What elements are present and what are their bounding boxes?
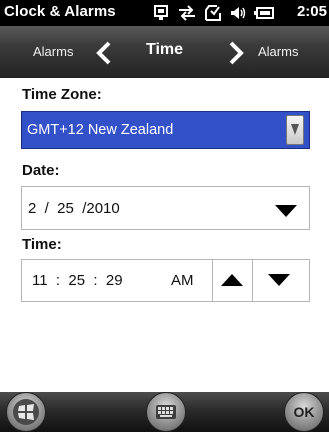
status-bar: Clock & Alarms 2:05 [0,0,329,26]
date-picker[interactable]: 2 / 25 /2010 [21,186,310,230]
time-increment-button[interactable] [212,260,252,301]
timezone-select[interactable]: GMT+12 New Zealand [21,111,310,149]
keyboard-icon[interactable] [146,392,186,432]
time-picker[interactable]: 11 : 25 : 29 AM [21,259,310,302]
volume-icon[interactable] [229,4,247,22]
status-icons [152,3,274,23]
timezone-value: GMT+12 New Zealand [27,122,174,138]
clock[interactable]: 2:05 [297,3,327,20]
timezone-label: Time Zone: [22,86,102,103]
date-label: Date: [22,162,60,179]
phone-card-icon[interactable] [152,4,170,22]
timezone-scroll-button[interactable] [286,115,304,145]
app-title: Clock & Alarms [4,3,116,20]
sync-arrows-icon[interactable] [177,4,197,22]
arrow-down-icon [268,274,290,286]
windows-start-icon[interactable] [6,392,46,432]
bottom-bar: OK [0,392,329,432]
time-value[interactable]: 11 : 25 : 29 [32,272,123,289]
inbox-icon[interactable] [204,4,222,22]
battery-icon[interactable] [254,4,274,22]
date-value[interactable]: 2 / 25 /2010 [28,200,120,217]
title-bar: Alarms Time Alarms [0,26,329,78]
next-page-label[interactable]: Alarms [258,44,298,59]
ok-button[interactable]: OK [284,392,324,432]
ok-label: OK [293,404,315,420]
time-ampm[interactable]: AM [171,272,194,289]
dropdown-arrow-icon[interactable] [275,204,297,217]
chevron-right-icon[interactable] [222,40,248,66]
time-label: Time: [22,236,62,253]
time-decrement-button[interactable] [252,260,309,301]
arrow-up-icon [221,274,243,286]
